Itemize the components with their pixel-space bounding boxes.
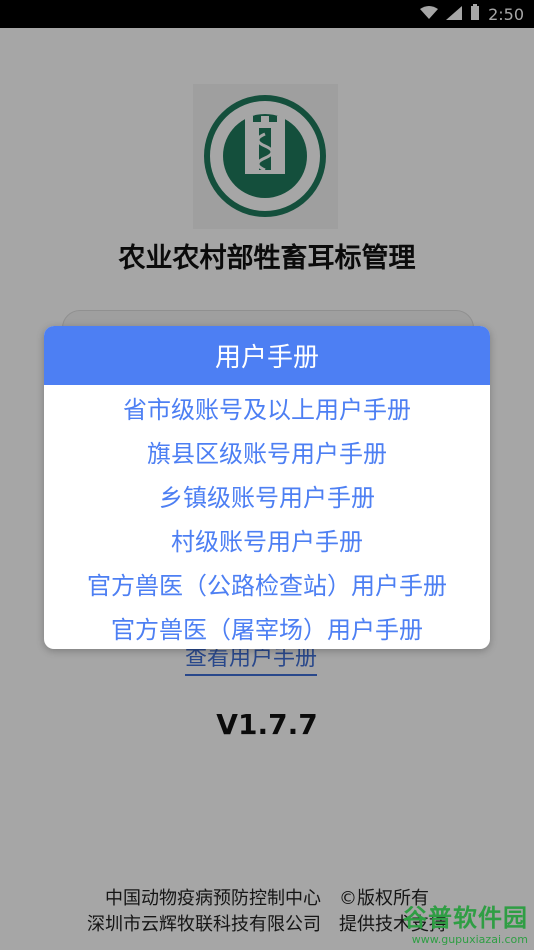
user-manual-dialog: 用户手册 省市级账号及以上用户手册 旗县区级账号用户手册 乡镇级账号用户手册 村… (44, 326, 490, 649)
manual-item-provincial[interactable]: 省市级账号及以上用户手册 (44, 385, 490, 429)
manual-item-vet-checkpoint[interactable]: 官方兽医（公路检查站）用户手册 (44, 561, 490, 605)
manual-item-vet-slaughterhouse[interactable]: 官方兽医（屠宰场）用户手册 (44, 605, 490, 649)
site-watermark: 谷普软件园 www.gupuxiazai.com (403, 898, 528, 946)
manual-item-county[interactable]: 旗县区级账号用户手册 (44, 429, 490, 473)
manual-item-village[interactable]: 村级账号用户手册 (44, 517, 490, 561)
manual-item-township[interactable]: 乡镇级账号用户手册 (44, 473, 490, 517)
dialog-title: 用户手册 (44, 326, 490, 385)
watermark-url: www.gupuxiazai.com (411, 933, 528, 946)
watermark-name: 谷普软件园 (403, 904, 528, 932)
